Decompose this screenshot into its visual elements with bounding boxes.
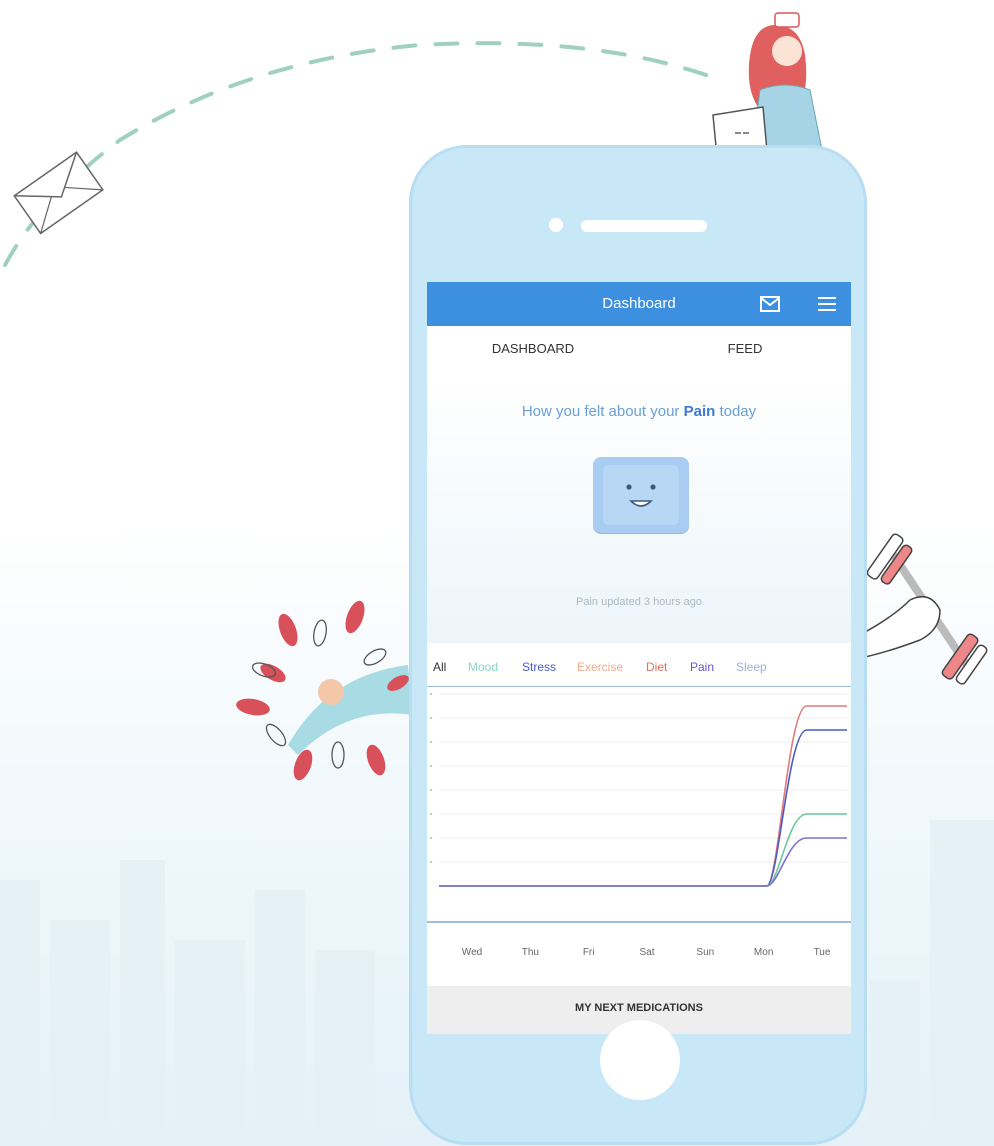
- pain-summary-panel: How you felt about your Pain today Pain …: [427, 373, 851, 643]
- wellness-tree-illustration: [236, 600, 413, 781]
- y-tick-mark: [430, 717, 432, 719]
- y-tick-mark: [430, 861, 432, 863]
- y-tick-mark: [430, 741, 432, 743]
- filter-diet[interactable]: Diet: [646, 660, 667, 674]
- pain-update-time: Pain updated 3 hours ago: [576, 596, 702, 608]
- mail-icon[interactable]: [759, 295, 781, 313]
- filter-exercise[interactable]: Exercise: [577, 660, 623, 674]
- headline-highlight: Pain: [683, 403, 716, 420]
- filter-pain[interactable]: Pain: [690, 660, 714, 674]
- tab-dashboard[interactable]: DASHBOARD: [427, 326, 639, 372]
- headline-suffix: today: [715, 403, 757, 420]
- x-axis-label: Sun: [696, 947, 715, 958]
- y-tick-mark: [430, 789, 432, 791]
- app-header: Dashboard: [427, 282, 851, 326]
- page-title: Dashboard: [602, 295, 676, 312]
- y-tick-mark: [430, 813, 432, 815]
- trend-line-chart: [427, 686, 851, 923]
- x-axis-label: Thu: [521, 947, 539, 958]
- series-line: [439, 729, 847, 887]
- filter-sleep[interactable]: Sleep: [736, 660, 767, 674]
- nurse-illustration: [712, 12, 823, 158]
- x-axis-label: Tue: [813, 947, 831, 958]
- y-tick-mark: [430, 765, 432, 767]
- chart-x-axis-labels: Wed Thu Fri Sat Sun Mon Tue: [427, 947, 851, 967]
- series-line: [439, 813, 847, 887]
- pain-headline: How you felt about your Pain today: [427, 403, 851, 420]
- x-axis-label: Wed: [461, 947, 483, 958]
- headline-prefix: How you felt about your: [521, 403, 684, 420]
- y-tick-mark: [430, 837, 432, 839]
- tab-feed[interactable]: FEED: [639, 326, 851, 372]
- speaker-slot: [581, 220, 707, 232]
- phone-device: Dashboard DASHBOARD FEED How you felt ab…: [409, 145, 867, 1145]
- dumbbell-illustration: [850, 533, 988, 685]
- tab-bar: DASHBOARD FEED: [427, 326, 851, 417]
- filter-mood[interactable]: Mood: [468, 660, 498, 674]
- smiley-face-icon: [603, 465, 679, 525]
- medications-title: MY NEXT MEDICATIONS: [575, 1002, 703, 1014]
- chart-filter-bar: All Mood Stress Exercise Diet Pain Sleep: [427, 654, 851, 684]
- envelope-illustration: [13, 151, 104, 235]
- filter-stress[interactable]: Stress: [522, 660, 556, 674]
- app-screen: Dashboard DASHBOARD FEED How you felt ab…: [427, 282, 851, 1034]
- home-button[interactable]: [600, 1020, 680, 1100]
- x-axis-label: Fri: [582, 947, 595, 958]
- x-axis-label: Mon: [753, 947, 774, 958]
- x-axis-label: Sat: [639, 947, 655, 958]
- filter-all[interactable]: All: [433, 660, 446, 674]
- pain-face-card[interactable]: [593, 457, 689, 533]
- y-tick-mark: [430, 693, 432, 695]
- camera-dot: [549, 218, 563, 232]
- hamburger-menu-icon[interactable]: [817, 294, 837, 314]
